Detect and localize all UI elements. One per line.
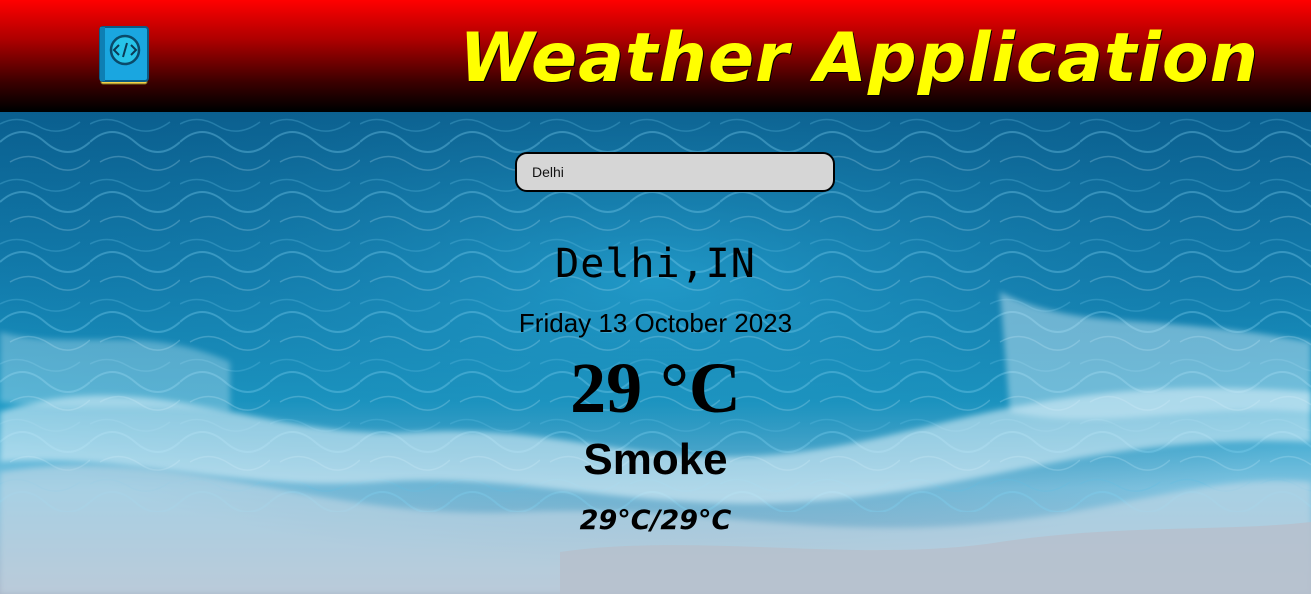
location-name: Delhi,IN [555,241,756,287]
city-search-input[interactable] [515,152,835,192]
current-date: Friday 13 October 2023 [518,308,793,338]
min-max-temperature: 29°C/29°C [579,505,732,536]
app-title: Weather Application [459,19,1259,98]
current-temperature: 29 °C [570,348,741,428]
app-header: Weather Application [0,0,1311,112]
book-code-icon[interactable] [99,26,149,88]
weather-condition: Smoke [583,435,728,484]
